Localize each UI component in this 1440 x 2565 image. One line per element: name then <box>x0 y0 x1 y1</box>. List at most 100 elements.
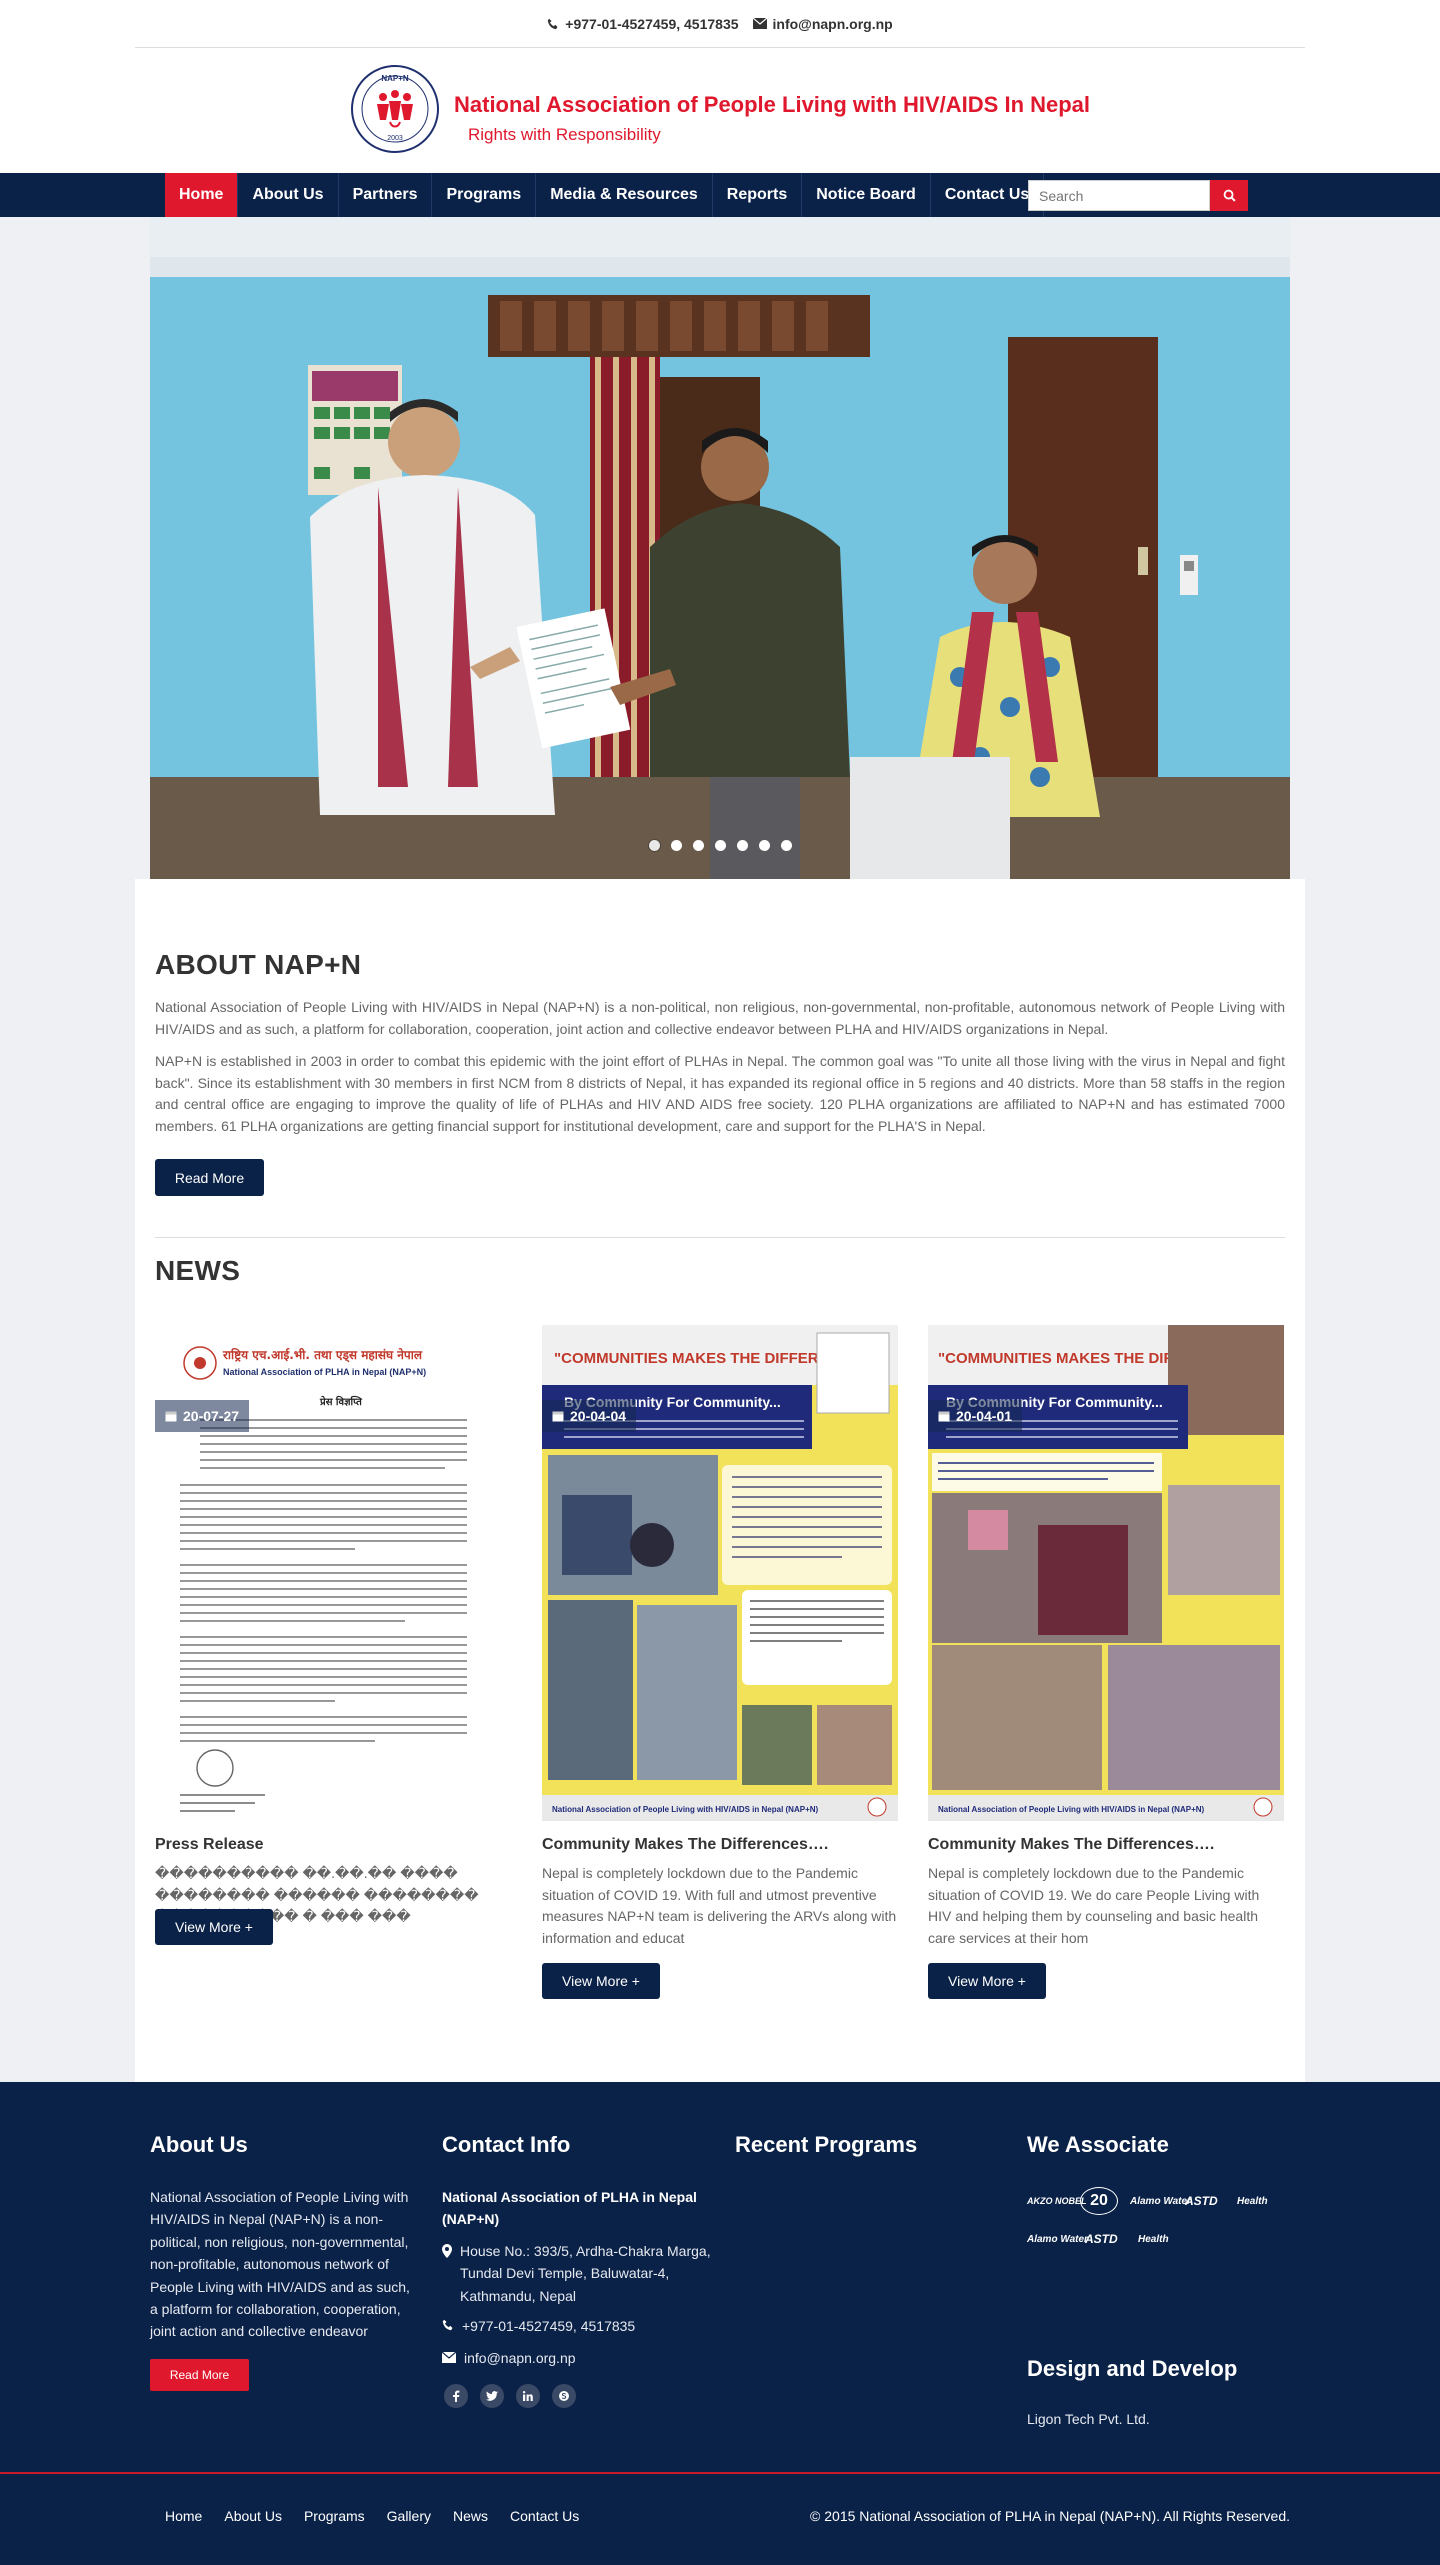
logo-year: 2003 <box>387 135 403 142</box>
news-image-press-release[interactable]: राष्ट्रिय एच.आई.भी. तथा एड्स महासंघ नेपा… <box>155 1325 511 1821</box>
footer-email-text: info@napn.org.np <box>464 2350 576 2366</box>
facebook-link[interactable] <box>444 2384 468 2408</box>
slider-dot[interactable] <box>780 840 792 851</box>
news-date-badge: 20-04-01 <box>928 1400 1023 1432</box>
footer-org-name: National Association of PLHA in Nepal (N… <box>442 2189 697 2228</box>
footer-contact-heading: Contact Info <box>442 2132 571 2157</box>
site-header: NAP+N 2003 National Association of Peopl… <box>0 48 1440 173</box>
news-heading: NEWS <box>155 1255 241 1286</box>
top-phone: +977-01-4527459, 4517835 <box>547 15 739 32</box>
press-org-name: राष्ट्रिय एच.आई.भी. तथा एड्स महासंघ नेपा… <box>222 1348 423 1363</box>
twitter-icon <box>486 2391 498 2401</box>
news-date-text: 20-07-27 <box>183 1408 240 1424</box>
nav-notice-board[interactable]: Notice Board <box>802 173 931 217</box>
envelope-icon <box>442 2352 456 2363</box>
partner-logo-astd[interactable]: ASTD <box>1185 2187 1218 2215</box>
about-heading: ABOUT NAP+N <box>155 949 362 980</box>
news-image-community-1[interactable]: "COMMUNITIES MAKES THE DIFFERENCE" By Co… <box>928 1325 1284 1821</box>
site-title[interactable]: National Association of People Living wi… <box>454 92 1090 118</box>
partner-logo-anniversary[interactable]: 20 <box>1080 2187 1118 2215</box>
slider-dot[interactable] <box>714 840 726 851</box>
map-marker-icon <box>442 2244 452 2258</box>
section-divider <box>155 1237 1285 1238</box>
bottom-link-home[interactable]: Home <box>165 2508 202 2524</box>
partner-logo-health[interactable]: Health <box>1237 2187 1268 2215</box>
news-title[interactable]: Community Makes The Differences…. <box>542 1836 828 1854</box>
footer-email[interactable]: info@napn.org.np <box>442 2347 576 2369</box>
bottom-link-gallery[interactable]: Gallery <box>387 2508 431 2524</box>
view-more-button[interactable]: View More + <box>542 1963 660 1999</box>
main-navigation: Home About Us Partners Programs Media & … <box>0 173 1440 217</box>
bottom-link-programs[interactable]: Programs <box>304 2508 365 2524</box>
footer-design-heading: Design and Develop <box>1027 2356 1238 2381</box>
calendar-icon <box>552 1411 564 1422</box>
top-contact-bar: +977-01-4527459, 4517835 info@napn.org.n… <box>0 0 1440 48</box>
news-date-text: 20-04-04 <box>570 1408 627 1424</box>
partner-logo-alamo[interactable]: Alamo Water <box>1130 2187 1191 2215</box>
slider-dot[interactable] <box>758 840 770 851</box>
calendar-icon <box>938 1411 950 1422</box>
top-email[interactable]: info@napn.org.np <box>752 15 893 32</box>
news-date-text: 20-04-01 <box>956 1408 1013 1424</box>
slider-dot[interactable] <box>648 840 660 851</box>
slider-dot[interactable] <box>692 840 704 851</box>
view-more-button[interactable]: View More + <box>155 1909 273 1945</box>
hero-slider[interactable] <box>150 217 1290 879</box>
napn-logo[interactable]: NAP+N 2003 <box>350 64 440 154</box>
copyright-text: © 2015 National Association of PLHA in N… <box>810 2508 1290 2524</box>
site-tagline: Rights with Responsibility <box>468 125 661 144</box>
footer-design-company[interactable]: Ligon Tech Pvt. Ltd. <box>1027 2408 1150 2430</box>
nav-reports[interactable]: Reports <box>713 173 803 217</box>
about-paragraph-1: National Association of People Living wi… <box>155 999 1285 1037</box>
facebook-icon <box>453 2390 460 2402</box>
footer-about-text: National Association of People Living wi… <box>150 2189 410 2340</box>
top-email-text: info@napn.org.np <box>772 15 893 32</box>
poster-footer: National Association of People Living wi… <box>938 1805 1205 1814</box>
slider-dot[interactable] <box>736 840 748 851</box>
search-input[interactable] <box>1028 180 1210 211</box>
linkedin-link[interactable] <box>516 2384 540 2408</box>
poster-footer: National Association of People Living wi… <box>552 1805 819 1814</box>
top-phone-text: +977-01-4527459, 4517835 <box>565 15 739 32</box>
skype-icon <box>559 2391 569 2401</box>
partner-logo-astd[interactable]: ASTD <box>1085 2225 1118 2253</box>
skype-link[interactable] <box>552 2384 576 2408</box>
news-title[interactable]: Community Makes The Differences…. <box>928 1836 1214 1854</box>
bottom-bar: Home About Us Programs Gallery News Cont… <box>0 2472 1440 2565</box>
bottom-link-about-us[interactable]: About Us <box>224 2508 282 2524</box>
phone-icon <box>442 2319 453 2331</box>
nav-partners[interactable]: Partners <box>339 173 433 217</box>
news-excerpt: Nepal is completely lockdown due to the … <box>542 1865 897 1947</box>
partner-logo-alamo[interactable]: Alamo Water <box>1027 2225 1088 2253</box>
bottom-links: Home About Us Programs Gallery News Cont… <box>165 2508 579 2524</box>
phone-icon <box>548 18 558 29</box>
view-more-button[interactable]: View More + <box>928 1963 1046 1999</box>
footer-associate-heading: We Associate <box>1027 2132 1169 2157</box>
nav-about-us[interactable]: About Us <box>238 173 339 217</box>
nav-home[interactable]: Home <box>165 173 239 217</box>
footer-read-more-button[interactable]: Read More <box>150 2359 249 2391</box>
footer-address: House No.: 393/5, Ardha-Chakra Marga, Tu… <box>442 2240 712 2307</box>
footer-about-heading: About Us <box>150 2132 248 2157</box>
footer-phone: +977-01-4527459, 4517835 <box>442 2315 635 2337</box>
partner-logo-health[interactable]: Health <box>1138 2225 1169 2253</box>
footer-phone-text: +977-01-4527459, 4517835 <box>462 2318 636 2334</box>
search-button[interactable] <box>1210 180 1248 211</box>
logo-acronym: NAP+N <box>381 74 409 83</box>
nav-media-resources[interactable]: Media & Resources <box>536 173 713 217</box>
news-date-badge: 20-04-04 <box>542 1400 637 1432</box>
footer-address-text: House No.: 393/5, Ardha-Chakra Marga, Tu… <box>460 2243 711 2304</box>
press-org-name-en: National Association of PLHA in Nepal (N… <box>223 1367 426 1377</box>
nav-programs[interactable]: Programs <box>432 173 537 217</box>
linkedin-icon <box>523 2391 533 2401</box>
main-content: ABOUT NAP+N National Association of Peop… <box>135 879 1305 2082</box>
news-date-badge: 20-07-27 <box>155 1400 250 1432</box>
news-image-community-2[interactable]: "COMMUNITIES MAKES THE DIFFERENCE" By Co… <box>542 1325 898 1821</box>
slider-dot[interactable] <box>670 840 682 851</box>
partner-logo-akzo[interactable]: AKZO NOBEL <box>1027 2187 1087 2215</box>
news-title[interactable]: Press Release <box>155 1836 264 1854</box>
bottom-link-contact-us[interactable]: Contact Us <box>510 2508 579 2524</box>
about-read-more-button[interactable]: Read More <box>155 1159 264 1196</box>
twitter-link[interactable] <box>480 2384 504 2408</box>
bottom-link-news[interactable]: News <box>453 2508 488 2524</box>
